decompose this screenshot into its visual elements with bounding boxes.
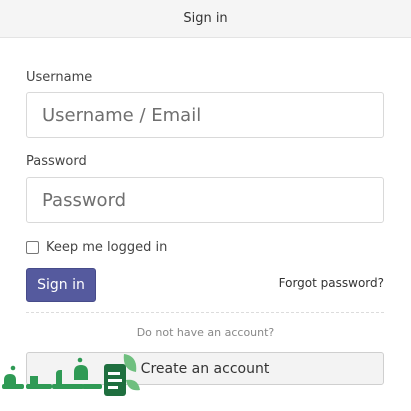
username-label: Username xyxy=(26,70,93,85)
page-title: Sign in xyxy=(183,11,228,26)
remember-me[interactable]: Keep me logged in xyxy=(26,240,167,255)
password-input[interactable] xyxy=(26,177,384,223)
remember-checkbox[interactable] xyxy=(26,241,39,254)
no-account-text: Do not have an account? xyxy=(136,326,275,339)
remember-label: Keep me logged in xyxy=(46,240,168,255)
watermark-logo xyxy=(2,354,140,396)
divider xyxy=(26,312,384,313)
forgot-password-link[interactable]: Forgot password? xyxy=(279,276,384,290)
username-input[interactable] xyxy=(26,92,384,138)
page-header: Sign in xyxy=(0,0,411,38)
signin-button[interactable]: Sign in xyxy=(26,268,96,302)
password-label: Password xyxy=(26,154,87,169)
